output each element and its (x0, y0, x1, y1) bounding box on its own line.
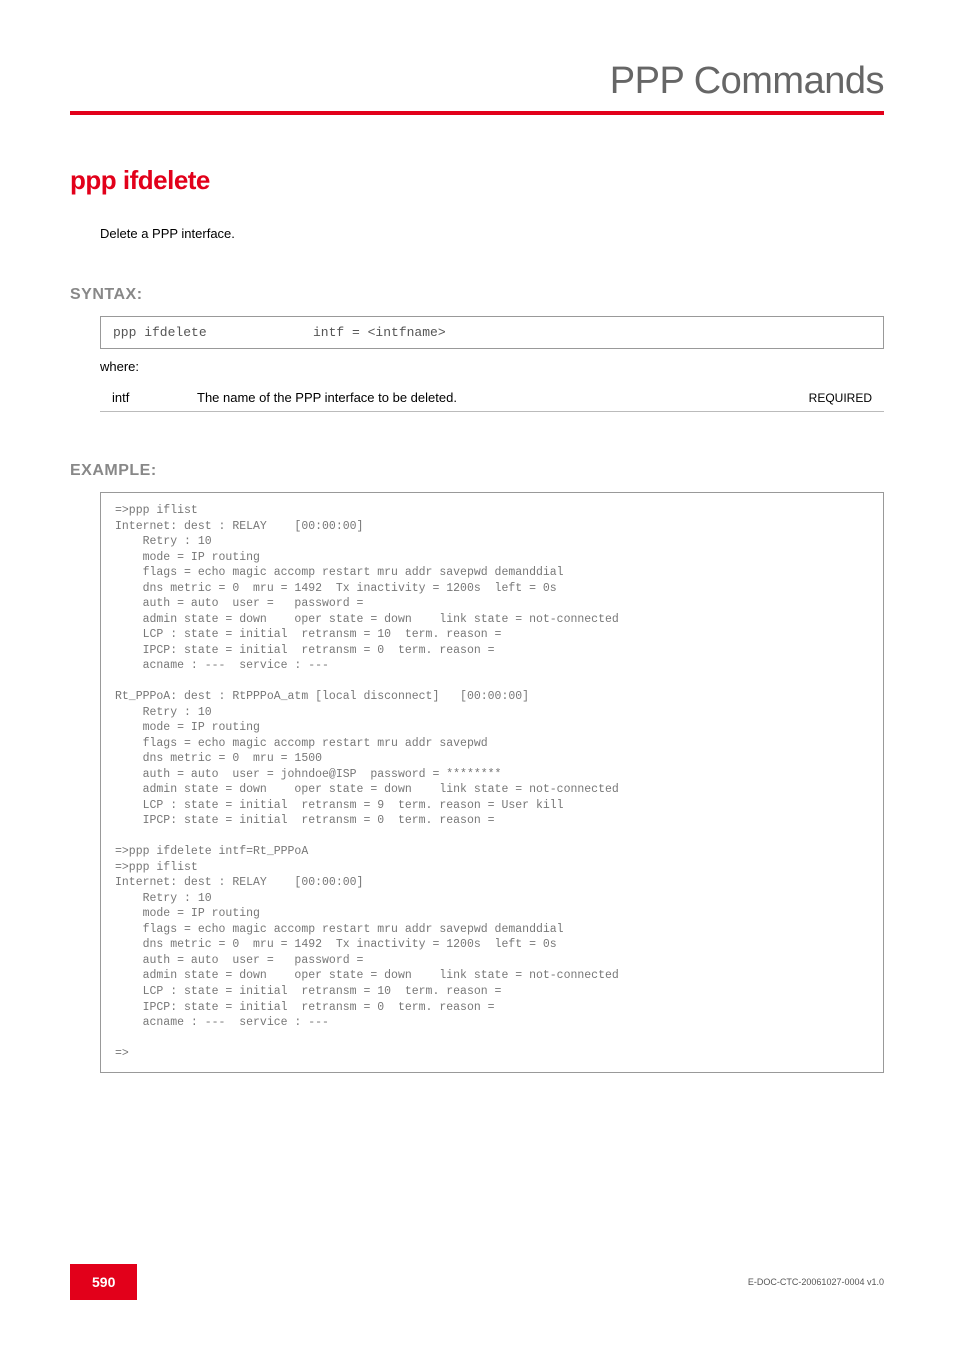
header-divider (70, 111, 884, 115)
param-required: REQUIRED (809, 391, 872, 405)
param-description: The name of the PPP interface to be dele… (197, 390, 809, 405)
command-title: ppp ifdelete (70, 165, 884, 196)
param-name: intf (112, 390, 197, 405)
syntax-row: ppp ifdelete intf = <intfname> (113, 325, 871, 340)
where-label: where: (100, 359, 884, 374)
command-description: Delete a PPP interface. (100, 226, 884, 241)
syntax-args: intf = <intfname> (313, 325, 446, 340)
page-number: 590 (70, 1264, 137, 1300)
syntax-command: ppp ifdelete (113, 325, 313, 340)
param-row: intf The name of the PPP interface to be… (100, 386, 884, 412)
example-heading: EXAMPLE: (70, 462, 884, 480)
page-header-title: PPP Commands (70, 60, 884, 103)
syntax-box: ppp ifdelete intf = <intfname> (100, 316, 884, 349)
syntax-heading: SYNTAX: (70, 286, 884, 304)
example-code-block: =>ppp iflist Internet: dest : RELAY [00:… (100, 492, 884, 1073)
document-id: E-DOC-CTC-20061027-0004 v1.0 (748, 1277, 884, 1287)
page-footer: 590 E-DOC-CTC-20061027-0004 v1.0 (70, 1264, 884, 1300)
